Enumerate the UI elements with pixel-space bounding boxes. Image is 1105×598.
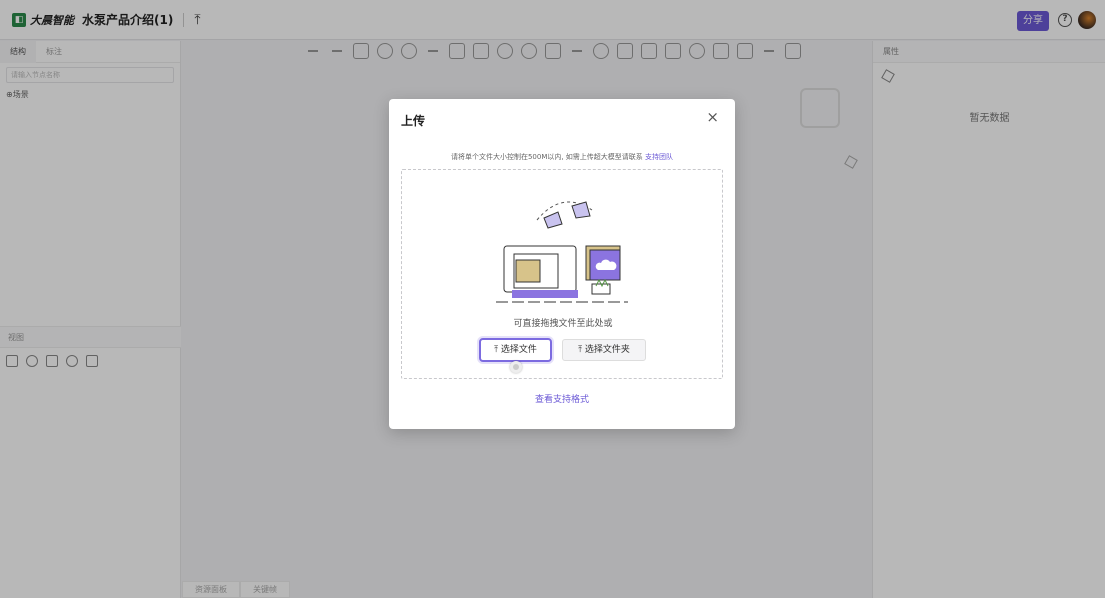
supported-formats-link[interactable]: 查看支持格式 [389, 392, 735, 405]
select-file-button[interactable]: ⤒ 选择文件 [479, 338, 552, 362]
hint-text: 请将单个文件大小控制在500M以内, 如需上传超大模型请联系 [450, 153, 646, 161]
drop-text: 可直接拖拽文件至此处或 [513, 319, 613, 329]
cursor-indicator [510, 361, 522, 373]
upload-hint: 请将单个文件大小控制在500M以内, 如需上传超大模型请联系 支持团队 [389, 152, 735, 162]
upload-dialog: 上传 × 请将单个文件大小控制在500M以内, 如需上传超大模型请联系 支持团队… [389, 99, 735, 429]
support-team-link[interactable]: 支持团队 [645, 153, 673, 161]
select-folder-button[interactable]: ⤒ 选择文件夹 [562, 339, 646, 361]
drop-zone[interactable]: 可直接拖拽文件至此处或 ⤒ 选择文件 ⤒ 选择文件夹 [401, 169, 723, 379]
close-icon[interactable]: × [706, 108, 719, 126]
upload-illustration [496, 201, 628, 303]
dialog-title: 上传 [401, 114, 426, 128]
